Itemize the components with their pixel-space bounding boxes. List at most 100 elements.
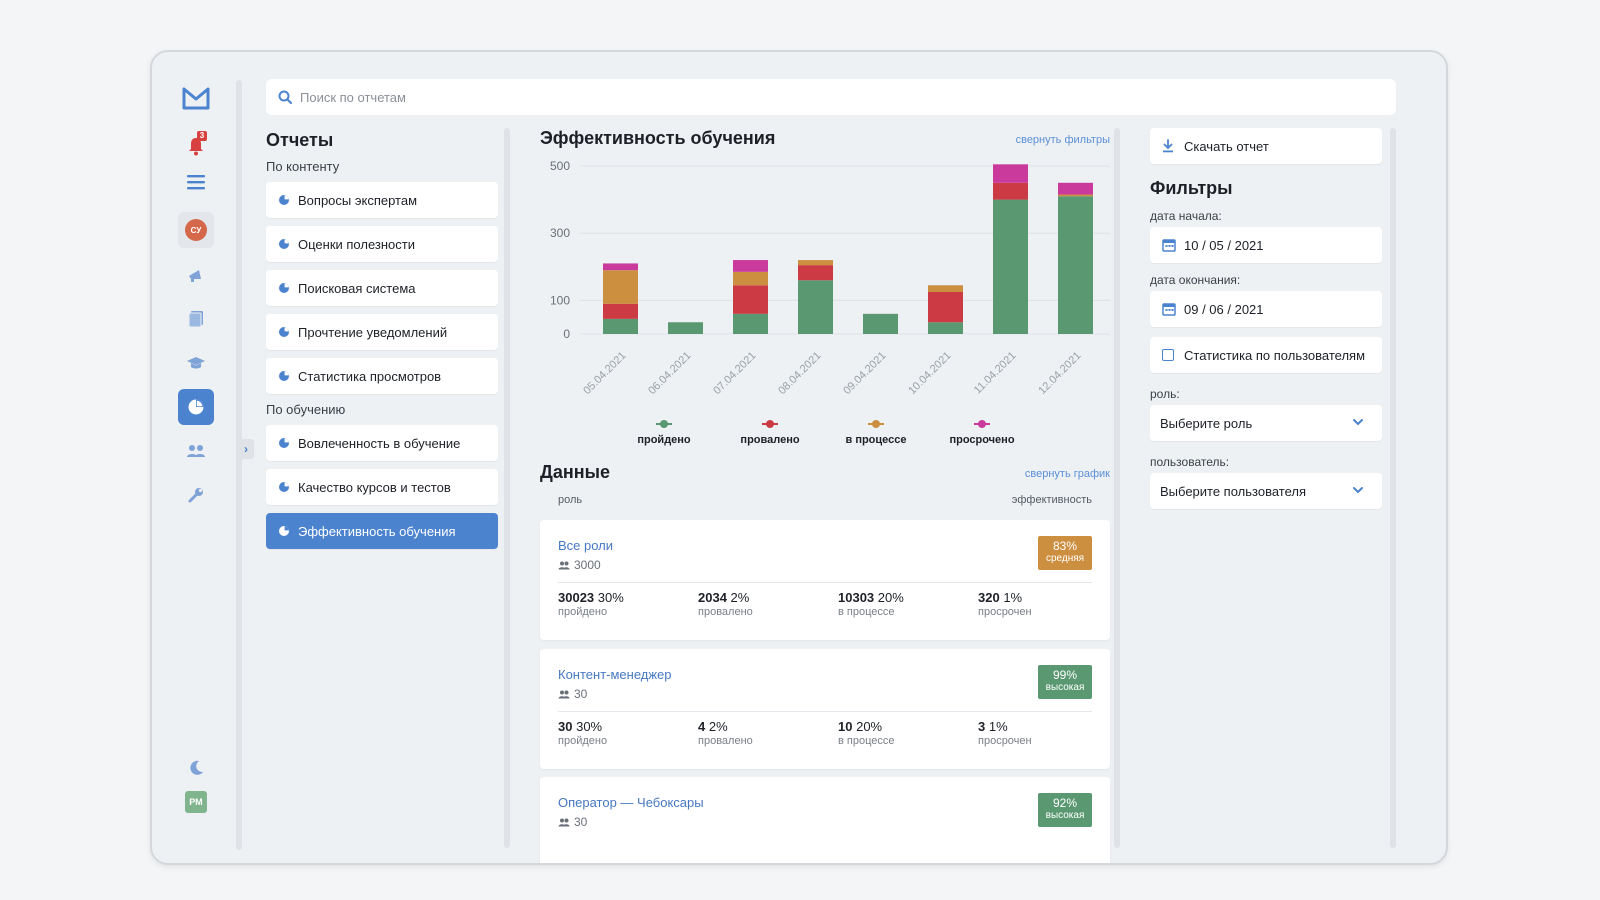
user-select[interactable]: Выберите пользователя xyxy=(1150,473,1382,509)
report-item[interactable]: Поисковая система xyxy=(266,270,498,306)
report-item-label: Оценки полезности xyxy=(298,236,415,252)
wrench-icon[interactable] xyxy=(178,477,214,513)
stat-block: 30 30% пройдено xyxy=(558,719,607,747)
legend-label: в процессе xyxy=(846,434,907,446)
stat-percent: 20% xyxy=(877,590,904,605)
expand-chevron-icon[interactable]: › xyxy=(238,439,254,459)
stat-percent: 30% xyxy=(597,590,624,605)
efficiency-percent: 92% xyxy=(1052,796,1078,810)
report-pie-icon xyxy=(278,282,290,294)
calendar-icon xyxy=(1162,239,1176,252)
report-item-label: Вопросы экспертам xyxy=(298,192,418,208)
report-item[interactable]: Оценки полезности xyxy=(266,226,498,262)
report-item[interactable]: Эффективность обучения xyxy=(266,513,498,549)
bar-segment-провалено xyxy=(798,265,833,281)
profile-initials: РМ xyxy=(185,791,207,813)
start-date-field[interactable]: 10 / 05 / 2021 xyxy=(1150,227,1382,263)
report-pie-icon xyxy=(278,238,290,250)
report-pie-icon xyxy=(278,326,290,338)
role-card[interactable]: Контент-менеджер 30 99% высокая 30 30% пройде… xyxy=(540,649,1110,769)
report-item[interactable]: Качество курсов и тестов xyxy=(266,469,498,505)
role-card[interactable]: Оператор — Чебоксары 30 92% высокая xyxy=(540,777,1110,863)
rail-divider xyxy=(236,80,242,850)
library-icon[interactable] xyxy=(178,301,214,337)
users-icon[interactable] xyxy=(178,433,214,469)
role-name-link[interactable]: Оператор — Чебоксары xyxy=(558,795,704,810)
stat-percent: 30% xyxy=(576,719,603,734)
dark-mode-moon-icon[interactable] xyxy=(178,750,214,786)
x-tick-label: 12.04.2021 xyxy=(1036,350,1083,397)
report-item[interactable]: Прочтение уведомлений xyxy=(266,314,498,350)
efficiency-level: высокая xyxy=(1045,682,1085,693)
report-pie-icon xyxy=(278,437,290,449)
role-card[interactable]: Все роли 3000 83% средняя 30023 30% пройдено 2… xyxy=(540,520,1110,640)
megaphone-icon[interactable] xyxy=(178,257,214,293)
menu-icon[interactable] xyxy=(178,164,214,200)
bar-segment-пройдено xyxy=(798,280,833,334)
collapse-filters-link[interactable]: свернуть фильтры xyxy=(1016,134,1110,146)
x-tick-label: 09.04.2021 xyxy=(841,350,888,397)
download-report-button[interactable]: Скачать отчет xyxy=(1150,128,1382,164)
stat-number: 10 xyxy=(838,719,853,734)
legend-label: пройдено xyxy=(637,434,691,446)
stat-label: пройдено xyxy=(558,735,608,747)
stat-label: просрочен xyxy=(978,606,1032,618)
user-stats-checkbox[interactable]: Статистика по пользователям xyxy=(1150,337,1382,373)
report-pie-icon xyxy=(278,194,290,206)
bar-segment-в-процессе xyxy=(603,270,638,304)
logo-icon[interactable] xyxy=(178,80,214,116)
users-count-value: 3000 xyxy=(574,558,601,572)
role-label: роль: xyxy=(1150,387,1180,401)
stat-number: 320 xyxy=(978,590,1000,605)
graduation-cap-icon[interactable] xyxy=(178,345,214,381)
report-pie-icon xyxy=(278,525,290,537)
stat-label: в процессе xyxy=(838,735,895,747)
filters-panel: Скачать отчет Фильтры дата начала: 10 / … xyxy=(1150,128,1382,509)
chevron-down-icon xyxy=(1353,419,1363,426)
report-item[interactable]: Вопросы экспертам xyxy=(266,182,498,218)
x-tick-label: 06.04.2021 xyxy=(646,350,693,397)
icon-rail: 3 СУ РМ xyxy=(152,52,238,863)
stat-block: 10303 20% в процессе xyxy=(838,590,904,618)
notifications-bell-icon[interactable]: 3 xyxy=(178,128,214,164)
report-item[interactable]: Статистика просмотров xyxy=(266,358,498,394)
download-report-label: Скачать отчет xyxy=(1184,138,1269,154)
start-date-label: дата начала: xyxy=(1150,209,1222,223)
collapse-chart-link[interactable]: свернуть график xyxy=(1025,468,1110,480)
role-users-count: 30 xyxy=(558,687,587,701)
data-section-header: Данные свернуть график роль эффективност… xyxy=(540,462,1110,506)
efficiency-badge: 99% высокая xyxy=(1038,665,1092,699)
report-pie-icon xyxy=(278,370,290,382)
efficiency-badge: 83% средняя xyxy=(1038,536,1092,570)
notification-count-badge: 3 xyxy=(197,131,207,141)
app-window: 3 СУ РМ › Поиск по отчетам Отчеты По кон… xyxy=(150,50,1448,865)
checkbox-square[interactable] xyxy=(1162,349,1174,361)
filters-title: Фильтры xyxy=(1150,178,1233,198)
end-date-field[interactable]: 09 / 06 / 2021 xyxy=(1150,291,1382,327)
download-icon xyxy=(1163,139,1173,153)
efficiency-level: высокая xyxy=(1045,810,1085,821)
chevron-down-icon xyxy=(1353,487,1363,494)
stat-block: 3 1% просрочен xyxy=(978,719,1032,747)
x-tick-label: 11.04.2021 xyxy=(972,350,1019,397)
reports-pie-icon[interactable] xyxy=(178,389,214,425)
search-input[interactable] xyxy=(300,89,1300,105)
search-bar[interactable] xyxy=(266,79,1396,115)
reports-panel: Отчеты По контенту Вопросы экспертам Оценк… xyxy=(266,128,498,557)
start-date-value: 10 / 05 / 2021 xyxy=(1184,237,1264,253)
stat-number: 3 xyxy=(978,719,986,734)
stat-percent: 2% xyxy=(708,719,728,734)
role-name-link[interactable]: Все роли xyxy=(558,538,613,553)
user-label: пользователь: xyxy=(1150,455,1230,469)
report-item[interactable]: Вовлеченность в обучение xyxy=(266,425,498,461)
stat-block: 30023 30% пройдено xyxy=(558,590,624,618)
legend-label: провалено xyxy=(740,434,799,446)
bar-segment-пройдено xyxy=(1058,196,1093,334)
role-select[interactable]: Выберите роль xyxy=(1150,405,1382,441)
report-item-label: Вовлеченность в обучение xyxy=(298,435,461,451)
role-select-value: Выберите роль xyxy=(1160,415,1253,431)
user-avatar[interactable]: СУ xyxy=(178,212,214,248)
legend-label: просрочено xyxy=(949,434,1014,446)
profile-avatar[interactable]: РМ xyxy=(178,784,214,820)
role-name-link[interactable]: Контент-менеджер xyxy=(558,667,672,682)
